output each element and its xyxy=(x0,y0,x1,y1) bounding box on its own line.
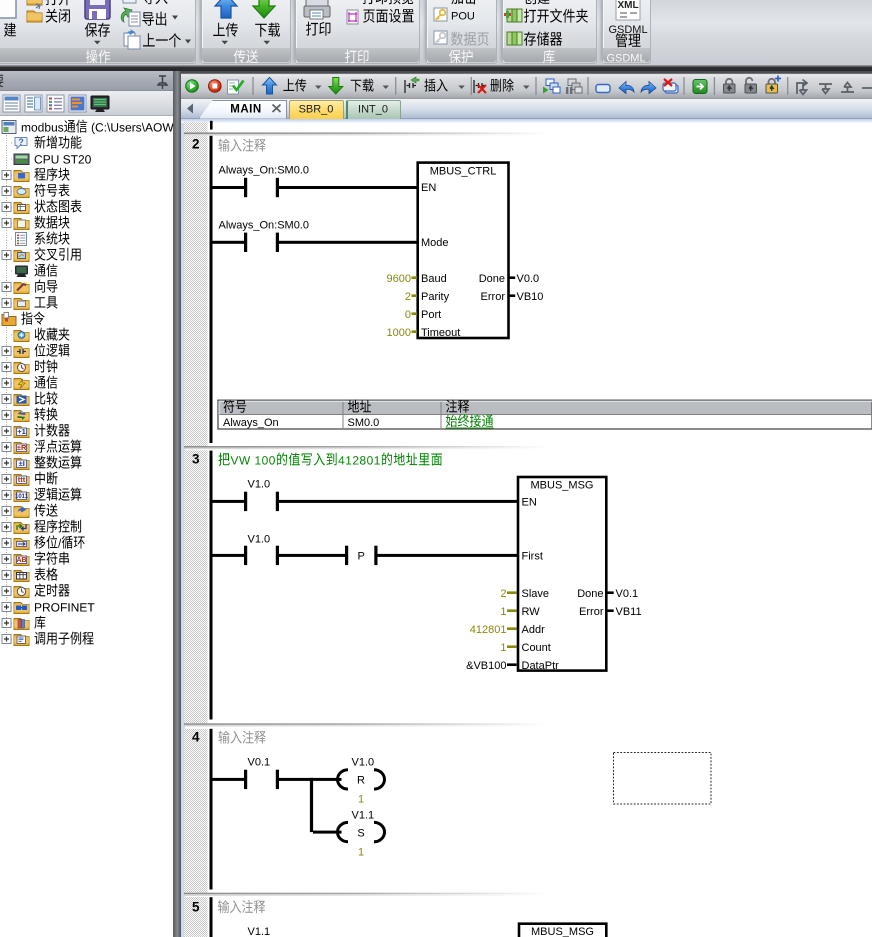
svg-text:MBUS_MSG: MBUS_MSG xyxy=(531,926,594,937)
svg-text:Slave: Slave xyxy=(522,588,550,600)
svg-text:GSDML: GSDML xyxy=(606,53,645,65)
svg-text:ttt: ttt xyxy=(18,475,26,484)
svg-text:EN: EN xyxy=(421,182,436,194)
svg-text:+1: +1 xyxy=(17,427,26,436)
svg-text:Addr: Addr xyxy=(522,624,546,636)
svg-text:±R: ±R xyxy=(17,443,27,452)
svg-text:1: 1 xyxy=(500,606,506,618)
svg-text:V0.1: V0.1 xyxy=(248,757,271,769)
svg-text:Count: Count xyxy=(522,642,551,654)
svg-text:Port: Port xyxy=(421,309,441,321)
svg-text:V1.1: V1.1 xyxy=(352,810,375,822)
svg-text:1: 1 xyxy=(358,794,364,806)
svg-text:Error: Error xyxy=(579,606,604,618)
svg-text:&VB100: &VB100 xyxy=(466,660,506,672)
svg-text:2: 2 xyxy=(192,137,200,152)
svg-text:2: 2 xyxy=(405,291,411,303)
svg-text:Baud: Baud xyxy=(421,273,447,285)
svg-text:Always_On: Always_On xyxy=(223,417,279,429)
svg-text:VB11: VB11 xyxy=(616,606,642,618)
svg-text:V1.0: V1.0 xyxy=(248,479,271,491)
svg-text:V0.0: V0.0 xyxy=(517,273,540,285)
svg-text:4: 4 xyxy=(192,730,200,745)
svg-text:XML: XML xyxy=(617,0,638,11)
svg-text:2: 2 xyxy=(500,588,506,600)
svg-text:SBR_0: SBR_0 xyxy=(299,104,334,116)
svg-text:3: 3 xyxy=(192,452,200,467)
svg-text:1011: 1011 xyxy=(15,494,29,500)
svg-text:Timeout: Timeout xyxy=(421,327,460,339)
svg-text:S: S xyxy=(357,827,364,839)
svg-text:MBUS_MSG: MBUS_MSG xyxy=(531,480,594,492)
svg-text:1: 1 xyxy=(500,642,506,654)
svg-text:P: P xyxy=(358,551,365,563)
svg-text:INT_0: INT_0 xyxy=(358,104,388,116)
svg-text:GSDML: GSDML xyxy=(608,24,647,36)
svg-text:±I: ±I xyxy=(19,459,25,468)
svg-text:V0.1: V0.1 xyxy=(616,588,639,600)
svg-text:RW: RW xyxy=(522,606,541,618)
svg-text:POU: POU xyxy=(451,11,475,23)
svg-text:1000: 1000 xyxy=(387,327,411,339)
svg-text:Always_On:SM0.0: Always_On:SM0.0 xyxy=(219,165,309,177)
svg-text:Always_On:SM0.0: Always_On:SM0.0 xyxy=(219,220,309,232)
svg-text:MBUS_CTRL: MBUS_CTRL xyxy=(430,166,497,178)
svg-text:V1.0: V1.0 xyxy=(248,534,271,546)
svg-text:?: ? xyxy=(18,137,24,147)
svg-text:Parity: Parity xyxy=(421,291,450,303)
svg-text:EN: EN xyxy=(522,497,537,509)
svg-text:412801: 412801 xyxy=(470,624,507,636)
svg-text:5: 5 xyxy=(192,900,200,915)
svg-text:9600: 9600 xyxy=(387,273,411,285)
svg-text:VB10: VB10 xyxy=(517,291,544,303)
svg-text:MAIN: MAIN xyxy=(230,104,261,116)
svg-text:1: 1 xyxy=(358,847,364,859)
svg-text:R: R xyxy=(357,775,365,787)
svg-text:Error: Error xyxy=(481,291,506,303)
svg-text:First: First xyxy=(522,551,543,563)
svg-text:Mode: Mode xyxy=(421,237,449,249)
svg-text:V1.0: V1.0 xyxy=(352,757,375,769)
svg-text:V1.1: V1.1 xyxy=(248,926,271,937)
svg-text:SM0.0: SM0.0 xyxy=(348,417,380,429)
svg-text:DataPtr: DataPtr xyxy=(522,660,560,672)
svg-text:AB: AB xyxy=(16,557,26,564)
svg-text:Done: Done xyxy=(577,588,603,600)
svg-text:Done: Done xyxy=(479,273,505,285)
svg-text:0: 0 xyxy=(405,309,411,321)
